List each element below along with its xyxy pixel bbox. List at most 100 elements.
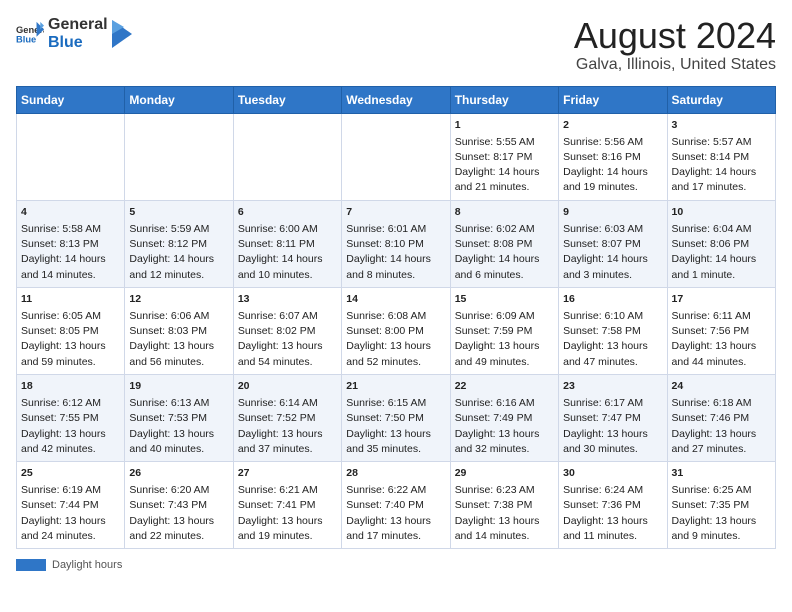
cell-text: Sunrise: 6:16 AM [455,397,535,409]
calendar-cell: 10Sunrise: 6:04 AMSunset: 8:06 PMDayligh… [667,200,775,287]
page-title: August 2024 [574,16,776,56]
cell-text: Sunset: 8:10 PM [346,238,424,250]
cell-text: and 17 minutes. [672,181,747,193]
calendar-cell: 11Sunrise: 6:05 AMSunset: 8:05 PMDayligh… [17,287,125,374]
col-wednesday: Wednesday [342,86,450,113]
day-number: 20 [238,379,337,394]
logo-blue: Blue [48,34,108,52]
day-number: 3 [672,118,771,133]
cell-text: and 14 minutes. [455,530,530,542]
calendar-cell: 22Sunrise: 6:16 AMSunset: 7:49 PMDayligh… [450,374,558,461]
cell-text: Daylight: 14 hours [129,253,214,265]
cell-text: and 52 minutes. [346,356,421,368]
cell-text: and 11 minutes. [563,530,637,542]
page-header: General Blue General Blue August 2024 Ga… [16,16,776,74]
col-saturday: Saturday [667,86,775,113]
cell-text: Sunrise: 5:58 AM [21,223,101,235]
calendar-cell: 30Sunrise: 6:24 AMSunset: 7:36 PMDayligh… [559,461,667,548]
day-number: 18 [21,379,120,394]
cell-text: Daylight: 13 hours [672,428,757,440]
col-thursday: Thursday [450,86,558,113]
cell-text: Sunset: 7:47 PM [563,412,641,424]
day-number: 7 [346,205,445,220]
cell-text: Sunrise: 6:21 AM [238,484,318,496]
cell-text: Sunset: 8:05 PM [21,325,99,337]
cell-text: Daylight: 13 hours [672,515,757,527]
day-number: 25 [21,466,120,481]
calendar-week-2: 4Sunrise: 5:58 AMSunset: 8:13 PMDaylight… [17,200,776,287]
cell-text: and 6 minutes. [455,269,524,281]
svg-text:Blue: Blue [16,34,36,44]
cell-text: Daylight: 14 hours [455,166,540,178]
calendar-week-1: 1Sunrise: 5:55 AMSunset: 8:17 PMDaylight… [17,113,776,200]
calendar-week-5: 25Sunrise: 6:19 AMSunset: 7:44 PMDayligh… [17,461,776,548]
calendar-cell [233,113,341,200]
calendar-cell: 17Sunrise: 6:11 AMSunset: 7:56 PMDayligh… [667,287,775,374]
cell-text: Daylight: 13 hours [672,340,757,352]
cell-text: Sunrise: 5:59 AM [129,223,209,235]
cell-text: Sunset: 7:38 PM [455,499,533,511]
calendar-cell: 1Sunrise: 5:55 AMSunset: 8:17 PMDaylight… [450,113,558,200]
day-number: 27 [238,466,337,481]
cell-text: Sunrise: 6:19 AM [21,484,101,496]
cell-text: Sunset: 8:07 PM [563,238,641,250]
cell-text: Daylight: 13 hours [21,515,106,527]
cell-text: and 49 minutes. [455,356,530,368]
cell-text: Sunset: 8:03 PM [129,325,207,337]
day-number: 10 [672,205,771,220]
cell-text: Daylight: 13 hours [563,515,648,527]
day-number: 15 [455,292,554,307]
cell-text: Sunrise: 6:01 AM [346,223,426,235]
cell-text: Sunrise: 6:08 AM [346,310,426,322]
cell-text: Sunrise: 6:14 AM [238,397,318,409]
cell-text: Daylight: 13 hours [346,428,431,440]
calendar-cell: 18Sunrise: 6:12 AMSunset: 7:55 PMDayligh… [17,374,125,461]
logo-icon: General Blue [16,20,44,48]
cell-text: and 44 minutes. [672,356,747,368]
cell-text: Daylight: 13 hours [238,428,323,440]
cell-text: Sunset: 7:35 PM [672,499,750,511]
cell-text: and 22 minutes. [129,530,204,542]
cell-text: Daylight: 13 hours [455,340,540,352]
day-number: 6 [238,205,337,220]
day-number: 16 [563,292,662,307]
cell-text: and 12 minutes. [129,269,204,281]
calendar-cell: 20 Sunrise: 6:14 AM Sunset: 7:52 PM Dayligh… [233,374,341,461]
cell-text: Sunrise: 6:15 AM [346,397,426,409]
cell-text: Daylight: 13 hours [455,428,540,440]
cell-text: Sunrise: 5:56 AM [563,136,643,148]
calendar-cell: 25Sunrise: 6:19 AMSunset: 7:44 PMDayligh… [17,461,125,548]
cell-text: Daylight: 13 hours [346,340,431,352]
calendar-cell: 31Sunrise: 6:25 AMSunset: 7:35 PMDayligh… [667,461,775,548]
calendar-body: 1Sunrise: 5:55 AMSunset: 8:17 PMDaylight… [17,113,776,548]
cell-text: and 35 minutes. [346,443,421,455]
footer: Daylight hours [16,559,776,571]
cell-text: Sunset: 7:55 PM [21,412,99,424]
cell-text: and 47 minutes. [563,356,638,368]
cell-text: Sunset: 8:12 PM [129,238,207,250]
day-number: 24 [672,379,771,394]
cell-text: and 10 minutes. [238,269,313,281]
cell-text: Sunrise: 6:13 AM [129,397,209,409]
cell-text: Sunrise: 6:12 AM [21,397,101,409]
cell-text: Sunset: 7:52 PM [238,412,316,424]
cell-text: Sunset: 8:14 PM [672,151,750,163]
cell-text: Sunset: 8:16 PM [563,151,641,163]
day-number: 31 [672,466,771,481]
calendar-cell: 12Sunrise: 6:06 AMSunset: 8:03 PMDayligh… [125,287,233,374]
cell-text: and 19 minutes. [238,530,313,542]
calendar-cell: 16Sunrise: 6:10 AMSunset: 7:58 PMDayligh… [559,287,667,374]
cell-text: Daylight: 13 hours [238,515,323,527]
day-number: 9 [563,205,662,220]
cell-text: Sunrise: 6:07 AM [238,310,318,322]
calendar-cell [125,113,233,200]
cell-text: Sunset: 7:46 PM [672,412,750,424]
cell-text: Daylight: 14 hours [238,253,323,265]
cell-text: Sunset: 8:17 PM [455,151,533,163]
day-number: 2 [563,118,662,133]
cell-text: Sunset: 7:53 PM [129,412,207,424]
title-block: August 2024 Galva, Illinois, United Stat… [574,16,776,74]
page-subtitle: Galva, Illinois, United States [574,56,776,74]
cell-text: Daylight: 13 hours [21,340,106,352]
calendar-cell: 24Sunrise: 6:18 AMSunset: 7:46 PMDayligh… [667,374,775,461]
